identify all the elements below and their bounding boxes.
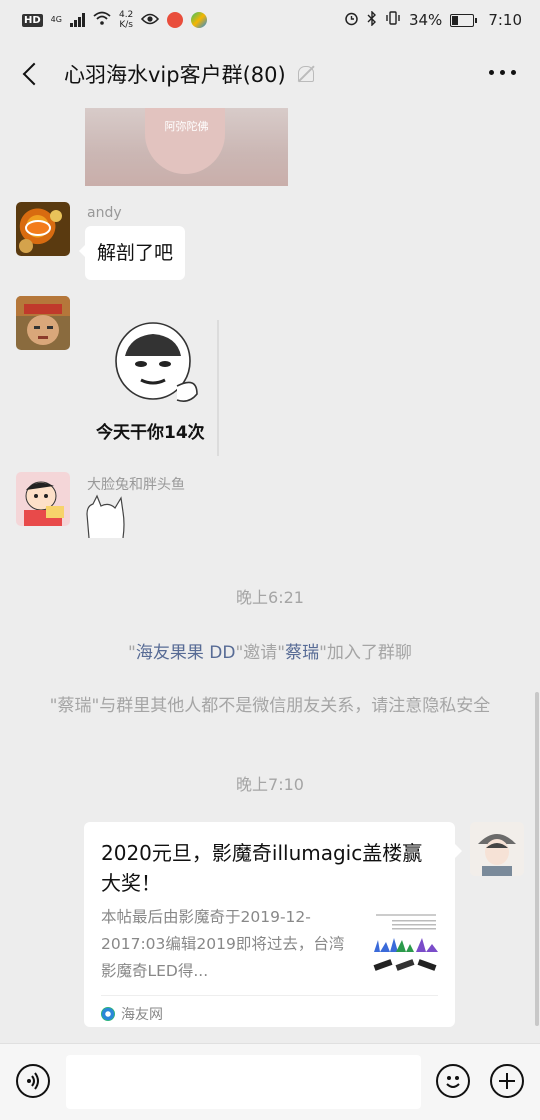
weibo-icon [167,12,184,28]
video-app-icon [191,12,208,28]
photo-caption: 阿弥陀佛 [164,120,209,133]
inviter-link[interactable]: 海友果果 DD [136,643,236,663]
link-card[interactable]: 2020元旦，影魔奇illumagic盖楼赢大奖！ 本帖最后由影魔奇于2019-… [84,822,462,1027]
avatar[interactable] [16,472,70,526]
status-bar: HD 4G 4.2 K/s 34% 7:10 [0,0,540,40]
card-description: 本帖最后由影魔奇于2019-12-2017:03编辑2019即将过去，台湾影魔奇… [101,908,345,980]
network-speed: 4.2 K/s [119,10,133,30]
sticker-caption: 今天干你14次 [96,423,205,443]
speed-value: 4.2 [118,10,134,20]
vibrate-icon [385,11,401,29]
card-source: 海友网 [101,995,438,1024]
hd-badge: HD [22,13,43,27]
clock: 7:10 [488,11,522,29]
invitee-link[interactable]: 蔡瑞 [285,643,319,663]
message-input[interactable] [66,1055,421,1109]
invite-notice: "海友果果 DD"邀请"蔡瑞"加入了群聊 [128,643,412,663]
privacy-notice: "蔡瑞"与群里其他人都不是微信朋友关系，请注意隐私安全 [49,696,491,716]
sender-name: 大脸兔和胖头鱼 [87,477,185,493]
network-type: 4G [50,15,62,24]
emoji-icon[interactable] [436,1064,470,1098]
battery-percent: 34% [408,11,443,29]
message-bubble[interactable]: 解剖了吧 [78,226,186,280]
chat-title: 心羽海水vip客户群(80) [64,63,286,87]
speed-unit: K/s [119,20,133,30]
timestamp: 晚上6:21 [236,588,304,607]
chat-header: 心羽海水vip客户群(80) [0,40,540,108]
alarm-icon [344,11,359,30]
input-bar [0,1043,540,1120]
eye-icon [141,11,160,29]
battery-icon [450,13,478,27]
scrollbar[interactable] [535,692,539,1026]
card-thumbnail [372,910,440,978]
wifi-icon [93,11,111,29]
mute-icon [297,66,314,82]
image-message[interactable]: 阿弥陀佛 [85,108,288,186]
avatar[interactable] [470,822,524,876]
message-list[interactable]: 阿弥陀佛 andy 解剖了吧 今天干你14次 大脸兔和胖头鱼 晚上6:21 "海… [0,108,540,1043]
back-icon[interactable] [22,62,46,86]
voice-icon[interactable] [16,1064,50,1098]
avatar[interactable] [16,296,70,350]
sender-name: andy [87,205,122,221]
more-icon[interactable] [489,70,516,75]
avatar[interactable] [16,202,70,256]
bluetooth-icon [367,9,377,30]
plus-icon[interactable] [490,1064,524,1098]
signal-icon [69,13,85,27]
sticker-message[interactable] [85,494,127,539]
card-title: 2020元旦，影魔奇illumagic盖楼赢大奖！ [101,841,423,895]
timestamp: 晚上7:10 [236,775,304,794]
source-name: 海友网 [121,1007,163,1023]
source-logo-icon [101,1007,115,1021]
